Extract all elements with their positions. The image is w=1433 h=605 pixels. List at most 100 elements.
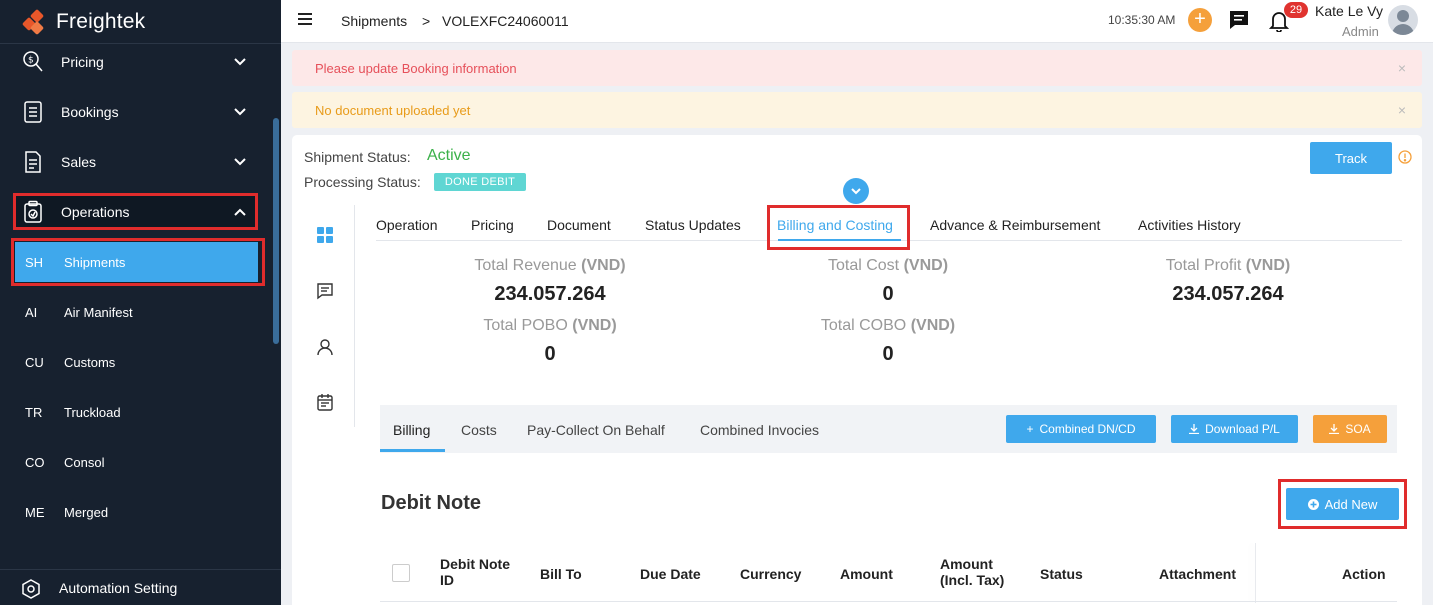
close-icon[interactable]: × xyxy=(1398,102,1406,118)
side-toolbar xyxy=(292,205,355,427)
subitem-label: Air Manifest xyxy=(64,304,133,320)
column-header-debit-note-id[interactable]: Debit Note ID xyxy=(440,556,525,588)
total-cobo-label: Total COBO (VND) xyxy=(820,317,956,334)
subtab-pay-collect-on-behalf[interactable]: Pay-Collect On Behalf xyxy=(527,422,665,438)
sales-icon xyxy=(25,151,41,173)
track-button[interactable]: Track xyxy=(1310,142,1392,174)
alert-booking-info: Please update Booking information × xyxy=(292,50,1422,86)
plus-circle-icon xyxy=(1307,498,1319,510)
sidebar-item-label: Operations xyxy=(61,204,130,220)
subitem-label: Consol xyxy=(64,454,105,470)
tab-document[interactable]: Document xyxy=(547,217,611,233)
app-name: Freightek xyxy=(56,9,146,33)
clock-time: 10:35:30 AM xyxy=(1108,13,1176,27)
operations-icon xyxy=(24,200,42,223)
sidebar-scrollbar[interactable] xyxy=(273,118,279,344)
billing-subtabs: Billing Costs Pay-Collect On Behalf Comb… xyxy=(380,405,1397,453)
user-icon[interactable] xyxy=(316,338,334,356)
chevron-up-icon[interactable] xyxy=(232,204,248,220)
total-profit-label: Total Profit (VND) xyxy=(1165,257,1291,274)
processing-status-label: Processing Status: xyxy=(304,174,421,190)
avatar[interactable] xyxy=(1388,5,1418,35)
add-new-button[interactable]: Add New xyxy=(1286,488,1399,520)
subitem-label: Merged xyxy=(64,504,109,520)
subtab-billing[interactable]: Billing xyxy=(393,422,430,438)
debit-note-title: Debit Note xyxy=(381,492,481,514)
sidebar-subitem-merged[interactable]: ME Merged xyxy=(0,492,270,532)
chevron-down-icon[interactable] xyxy=(232,104,248,120)
download-icon xyxy=(1189,424,1200,434)
shipment-status-label: Shipment Status: xyxy=(304,149,411,165)
freightek-logo-icon xyxy=(21,8,50,35)
bookings-icon xyxy=(24,101,42,123)
comment-icon[interactable] xyxy=(316,282,334,300)
alert-text: No document uploaded yet xyxy=(315,102,471,118)
hamburger-menu-icon[interactable] xyxy=(298,12,312,26)
chevron-down-icon[interactable] xyxy=(232,154,248,170)
processing-status-badge: DONE DEBIT xyxy=(434,173,526,191)
chat-icon[interactable] xyxy=(1228,10,1250,30)
tab-pricing[interactable]: Pricing xyxy=(471,217,514,233)
sidebar-subitem-truckload[interactable]: TR Truckload xyxy=(0,392,270,432)
sidebar-item-label: Bookings xyxy=(61,104,119,120)
sidebar-subitem-consol[interactable]: CO Consol xyxy=(0,442,270,482)
subitem-abbr: CU xyxy=(25,354,44,370)
sidebar-item-label: Automation Setting xyxy=(59,580,178,596)
subitem-abbr: TR xyxy=(25,404,43,420)
breadcrumb-shipments[interactable]: Shipments xyxy=(341,13,407,29)
top-header: Shipments > VOLEXFC24060011 10:35:30 AM … xyxy=(281,0,1433,43)
subtab-costs[interactable]: Costs xyxy=(461,422,497,438)
sidebar-item-automation-setting[interactable]: Automation Setting xyxy=(0,569,281,605)
total-profit-value: 234.057.264 xyxy=(1172,283,1284,305)
combined-dn-cd-button[interactable]: + Combined DN/CD xyxy=(1006,415,1156,443)
plus-icon: + xyxy=(1026,422,1034,436)
soa-button[interactable]: SOA xyxy=(1313,415,1387,443)
column-header-due-date[interactable]: Due Date xyxy=(640,566,701,582)
gear-icon xyxy=(22,579,40,599)
sidebar-item-bookings[interactable]: Bookings xyxy=(0,87,270,137)
column-header-amount-incl-tax[interactable]: Amount (Incl. Tax) xyxy=(940,556,1020,588)
chevron-down-icon[interactable] xyxy=(232,54,248,70)
user-avatar-icon xyxy=(1392,10,1414,35)
user-role: Admin xyxy=(1342,24,1379,39)
column-header-bill-to[interactable]: Bill To xyxy=(540,566,582,582)
sidebar-item-sales[interactable]: Sales xyxy=(0,137,270,187)
tab-activities-history[interactable]: Activities History xyxy=(1138,217,1241,233)
total-revenue-label: Total Revenue (VND) xyxy=(474,257,626,274)
table-header-divider xyxy=(380,601,1397,602)
active-subtab-indicator xyxy=(380,449,445,452)
select-all-checkbox[interactable] xyxy=(392,564,410,582)
tab-advance-reimbursement[interactable]: Advance & Reimbursement xyxy=(930,217,1100,233)
chevron-down-icon xyxy=(851,188,861,195)
collapse-toggle-button[interactable] xyxy=(843,178,869,204)
svg-text:$: $ xyxy=(28,56,34,66)
total-cost-value: 0 xyxy=(882,283,894,305)
sidebar-subitem-air-manifest[interactable]: AI Air Manifest xyxy=(0,292,270,332)
column-header-amount[interactable]: Amount xyxy=(840,566,893,582)
breadcrumb-current: VOLEXFC24060011 xyxy=(442,13,569,29)
shipment-detail-card: Shipment Status: Active Processing Statu… xyxy=(292,135,1422,605)
tab-operation[interactable]: Operation xyxy=(376,217,437,233)
column-header-attachment[interactable]: Attachment xyxy=(1159,566,1236,582)
total-pobo-value: 0 xyxy=(544,343,556,365)
user-name[interactable]: Kate Le Vy xyxy=(1315,3,1383,19)
subitem-label: Customs xyxy=(64,354,116,370)
subtab-combined-invoices[interactable]: Combined Invocies xyxy=(700,422,819,438)
close-icon[interactable]: × xyxy=(1398,60,1406,76)
column-header-status[interactable]: Status xyxy=(1040,566,1083,582)
column-header-currency[interactable]: Currency xyxy=(740,566,801,582)
sidebar-item-operations[interactable]: Operations xyxy=(0,187,270,237)
info-icon[interactable] xyxy=(1398,150,1412,164)
sidebar-item-pricing[interactable]: $ Pricing xyxy=(0,37,270,87)
subitem-abbr: CO xyxy=(25,454,45,470)
sidebar-subitem-customs[interactable]: CU Customs xyxy=(0,342,270,382)
subitem-label: Shipments xyxy=(64,254,126,270)
total-pobo-label: Total POBO (VND) xyxy=(483,317,617,334)
sidebar-subitem-shipments[interactable]: SH Shipments xyxy=(0,242,270,282)
calendar-icon[interactable] xyxy=(316,393,334,411)
tab-status-updates[interactable]: Status Updates xyxy=(645,217,741,233)
sidebar: Freightek $ Pricing Bookings Sales Opera… xyxy=(0,0,281,605)
quick-add-button[interactable]: + xyxy=(1188,8,1212,32)
download-pl-button[interactable]: Download P/L xyxy=(1171,415,1298,443)
grid-icon[interactable] xyxy=(316,226,334,244)
